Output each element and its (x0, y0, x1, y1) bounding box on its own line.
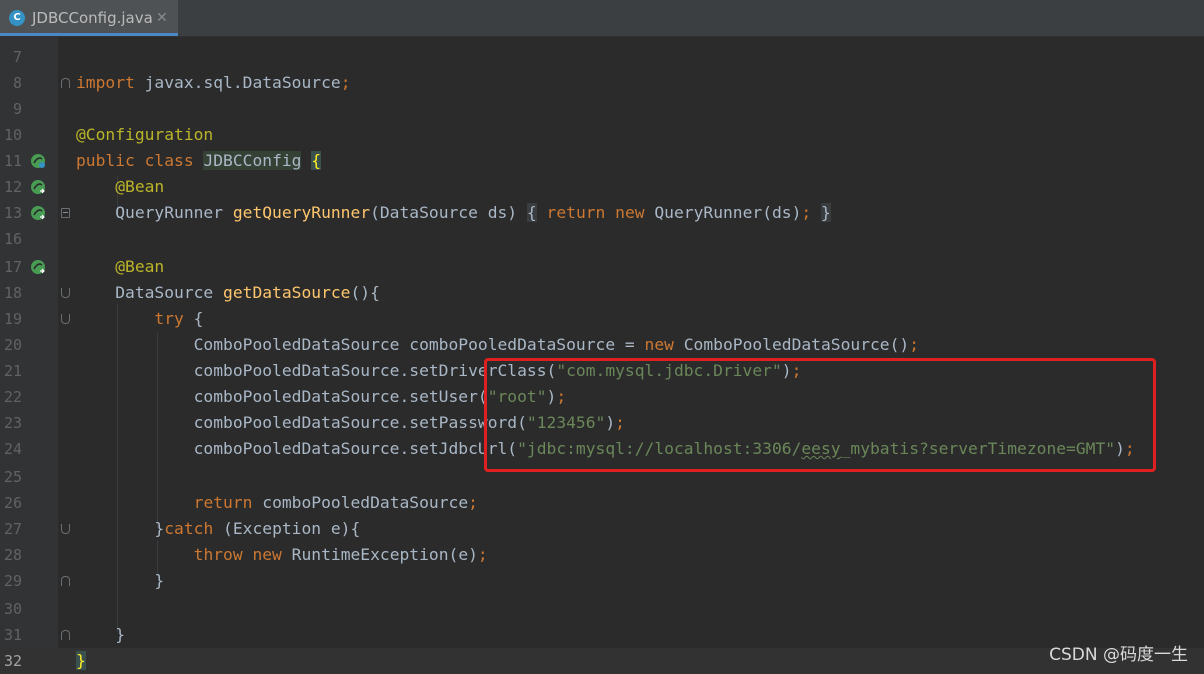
fold-icon[interactable] (61, 630, 70, 640)
code-line-19: try { (154, 309, 204, 328)
bean-icon[interactable] (30, 259, 46, 275)
code-line-28: throw new RuntimeException(e); (193, 545, 488, 564)
code-line-32: } (76, 651, 86, 670)
fold-icon[interactable] (61, 576, 70, 586)
code-line-8: import javax.sql.DataSource; (76, 73, 351, 92)
line-number: 11 (3, 152, 22, 170)
code-line-18: DataSource getDataSource(){ (76, 283, 380, 302)
code-line-29: } (76, 571, 165, 590)
line-number: 20 (3, 336, 22, 354)
line-number: 30 (3, 600, 22, 618)
line-number: 13 (3, 204, 22, 222)
line-number: 29 (3, 572, 22, 590)
code-line-17: @Bean (115, 257, 165, 276)
code-line-11: public class JDBCConfig { (76, 151, 322, 170)
bean-icon[interactable] (30, 153, 46, 169)
ide-window: C JDBCConfig.java ✕ 7 8 import javax.sql… (0, 0, 1204, 674)
line-number: 19 (3, 310, 22, 328)
code-line-12: @Bean (115, 177, 165, 196)
fold-icon[interactable] (61, 288, 70, 298)
line-number: 12 (3, 178, 22, 196)
code-line-31: } (76, 625, 126, 644)
line-number: 21 (3, 362, 22, 380)
bean-icon[interactable] (30, 179, 46, 195)
line-number: 9 (12, 100, 22, 118)
line-number: 22 (3, 388, 22, 406)
line-number: 23 (3, 414, 22, 432)
line-number: 25 (3, 468, 22, 486)
code-line-20: ComboPooledDataSource comboPooledDataSou… (76, 335, 920, 354)
line-number: 8 (12, 74, 22, 92)
line-number: 16 (3, 230, 22, 248)
fold-icon[interactable] (61, 524, 70, 534)
line-number: 18 (3, 284, 22, 302)
code-line-10: @Configuration (76, 125, 214, 144)
line-number: 7 (12, 48, 22, 66)
code-editor[interactable]: 7 8 import javax.sql.DataSource; 9 10 @C… (0, 0, 1204, 674)
line-number: 10 (3, 126, 22, 144)
current-line-highlight (0, 648, 1204, 674)
watermark: CSDN @码度一生 (1049, 645, 1188, 665)
line-number: 28 (3, 546, 22, 564)
line-number: 31 (3, 626, 22, 644)
fold-icon[interactable] (61, 314, 70, 324)
highlight-annotation-box (484, 358, 1156, 472)
code-line-26: return comboPooledDataSource; (193, 493, 478, 512)
code-line-27: }catch (Exception e){ (76, 519, 361, 538)
line-number: 24 (3, 440, 22, 458)
fold-icon[interactable] (61, 78, 70, 88)
fold-expand-icon[interactable] (61, 208, 70, 218)
code-line-13: QueryRunner getQueryRunner(DataSource ds… (76, 203, 831, 222)
line-number: 32 (3, 652, 22, 670)
line-number: 26 (3, 494, 22, 512)
line-number: 17 (3, 258, 22, 276)
bean-icon[interactable] (30, 205, 46, 221)
line-number: 27 (3, 520, 22, 538)
